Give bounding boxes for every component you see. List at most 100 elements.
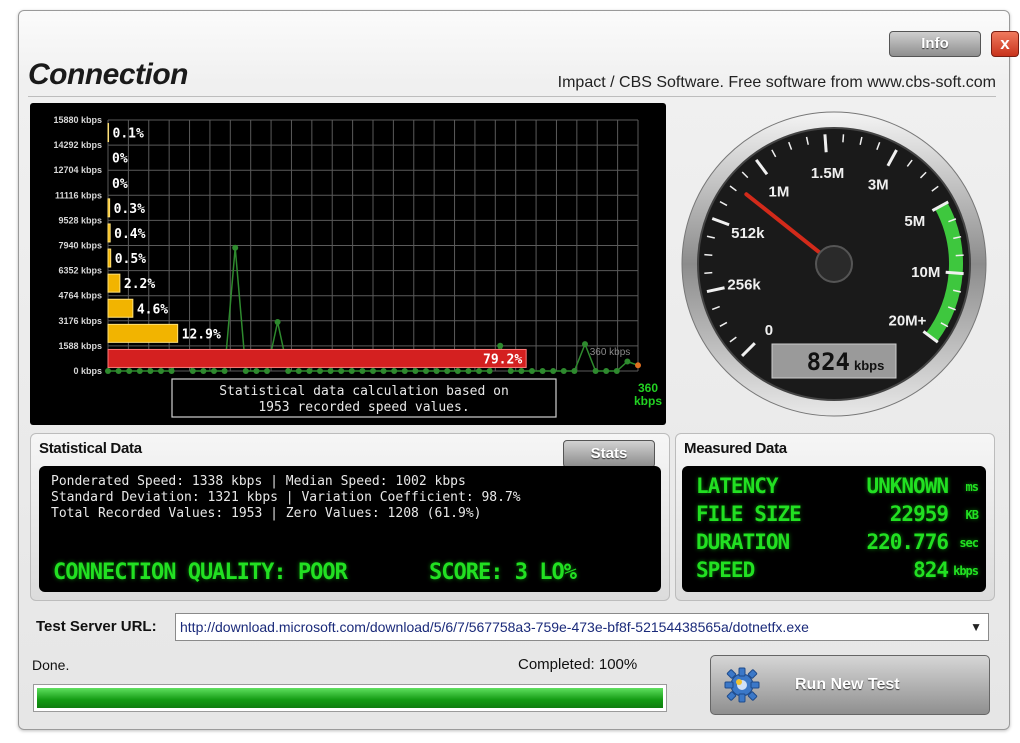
server-url-value: http://download.microsoft.com/download/5… — [180, 619, 809, 635]
speed-point — [242, 368, 249, 374]
distribution-label: 4.6% — [137, 302, 168, 317]
gauge-hub — [815, 245, 853, 283]
speed-point — [338, 368, 345, 374]
y-tick-label: 3176 kbps — [58, 316, 102, 326]
measured-row-file-size: FILE SIZE 22959 KB — [696, 502, 979, 528]
speed-point — [635, 362, 641, 369]
gauge-label: 10M — [911, 264, 940, 281]
distribution-label: 12.9% — [182, 327, 221, 342]
gauge-label: 256k — [727, 277, 761, 294]
speed-point — [189, 368, 196, 374]
y-tick-label: 9528 kbps — [58, 215, 102, 225]
distribution-label: 0% — [112, 177, 128, 192]
completed-text: Completed: 100% — [518, 656, 638, 673]
speed-point — [264, 368, 270, 374]
gauge-label: 512k — [731, 225, 765, 242]
speed-unit: kbps — [953, 564, 979, 578]
file-size-unit: KB — [965, 508, 979, 522]
speed-point — [539, 368, 546, 374]
duration-label: DURATION — [696, 530, 790, 554]
speed-point — [454, 368, 461, 374]
gauge-readout-value: 824 — [807, 348, 850, 376]
speed-point — [327, 368, 334, 374]
y-tick-label: 4764 kbps — [58, 291, 102, 301]
speed-point — [380, 368, 387, 374]
speed-point — [285, 368, 292, 374]
speed-point — [359, 368, 366, 374]
speed-point — [126, 368, 133, 374]
speed-point — [306, 368, 313, 374]
speed-point — [518, 368, 525, 374]
stats-line-3: Total Recorded Values: 1953 | Zero Value… — [51, 506, 482, 521]
speed-point — [147, 368, 154, 374]
speed-point — [592, 368, 599, 374]
speed-point — [105, 368, 111, 374]
speed-value: 824 — [913, 558, 949, 582]
latency-value: UNKNOWN — [866, 474, 949, 498]
duration-unit: sec — [959, 536, 979, 550]
close-button[interactable]: x — [991, 31, 1019, 57]
speed-graph: 15880 kbps 14292 kbps 12704 kbps 11116 kbps… — [30, 103, 666, 425]
connection-quality: CONNECTION QUALITY: POOR — [53, 560, 348, 585]
distribution-bar — [107, 273, 121, 293]
distribution-bar — [107, 248, 112, 268]
speed-point — [317, 368, 323, 374]
speed-point — [582, 341, 588, 348]
stats-button[interactable]: Stats — [563, 440, 655, 468]
dropdown-arrow-icon[interactable]: ▼ — [970, 620, 982, 634]
distribution-label: 0.3% — [114, 202, 145, 217]
speed-point — [391, 368, 398, 374]
distribution-label: 0.1% — [113, 127, 144, 142]
gear-icon — [724, 667, 760, 703]
speed-point — [624, 358, 631, 365]
distribution-label: 2.2% — [124, 277, 155, 292]
speed-point — [370, 368, 376, 374]
file-size-label: FILE SIZE — [696, 502, 802, 526]
speed-point — [253, 368, 260, 374]
progress-fill — [37, 688, 663, 708]
distribution-label: 79.2% — [483, 352, 522, 367]
y-tick-label: 0 kbps — [73, 366, 102, 376]
speed-point — [412, 368, 419, 374]
speed-point — [444, 368, 451, 374]
speed-point — [529, 368, 535, 374]
run-new-test-label: Run New Test — [795, 676, 900, 693]
stats-line-1: Ponderated Speed: 1338 kbps | Median Spe… — [51, 474, 466, 489]
run-new-test-button[interactable]: Run New Test — [710, 655, 990, 715]
speed-gauge: 0 256k 512k 1M 1.5M 3M 5M 10M 20M+ 824 kbps — [678, 108, 990, 420]
speed-point — [560, 368, 567, 374]
y-tick-label: 7940 kbps — [58, 241, 102, 251]
measured-display: LATENCY UNKNOWN ms FILE SIZE 22959 KB DU… — [682, 466, 986, 592]
statistical-display: Ponderated Speed: 1338 kbps | Median Spe… — [39, 466, 661, 592]
distribution-bar — [107, 323, 179, 343]
stats-line-2: Standard Deviation: 1321 kbps | Variatio… — [51, 490, 521, 505]
gauge-tick — [945, 270, 964, 276]
status-text: Done. — [32, 657, 70, 673]
speed-point — [168, 368, 175, 374]
speed-point — [476, 368, 482, 374]
speed-point — [507, 368, 514, 374]
measured-row-duration: DURATION 220.776 sec — [696, 530, 979, 556]
speed-point — [200, 368, 207, 374]
server-url-select[interactable]: http://download.microsoft.com/download/5… — [175, 613, 989, 641]
speed-gauge-svg: 0 256k 512k 1M 1.5M 3M 5M 10M 20M+ 824 kbps — [681, 111, 987, 417]
speed-point — [465, 368, 472, 374]
info-button[interactable]: Info — [889, 31, 981, 57]
measured-row-speed: SPEED 824 kbps — [696, 558, 979, 584]
speed-point — [295, 368, 302, 374]
y-tick-label: 12704 kbps — [53, 165, 102, 175]
latency-label: LATENCY — [696, 474, 779, 498]
note-line-1: Statistical data calculation based on — [219, 384, 509, 399]
server-url-label: Test Server URL: — [36, 618, 157, 635]
credit-text: Impact / CBS Software. Free software fro… — [557, 74, 996, 91]
gauge-tick — [704, 253, 713, 256]
measured-title: Measured Data — [684, 440, 787, 457]
gauge-label: 5M — [904, 213, 925, 230]
statistical-panel: Statistical Data Stats Ponderated Speed:… — [30, 433, 670, 601]
measured-row-latency: LATENCY UNKNOWN ms — [696, 474, 979, 500]
y-tick-label: 6352 kbps — [58, 266, 102, 276]
speed-point — [348, 368, 355, 374]
speed-point — [613, 368, 620, 374]
y-tick-label: 11116 kbps — [55, 190, 102, 200]
speed-point — [423, 368, 429, 374]
